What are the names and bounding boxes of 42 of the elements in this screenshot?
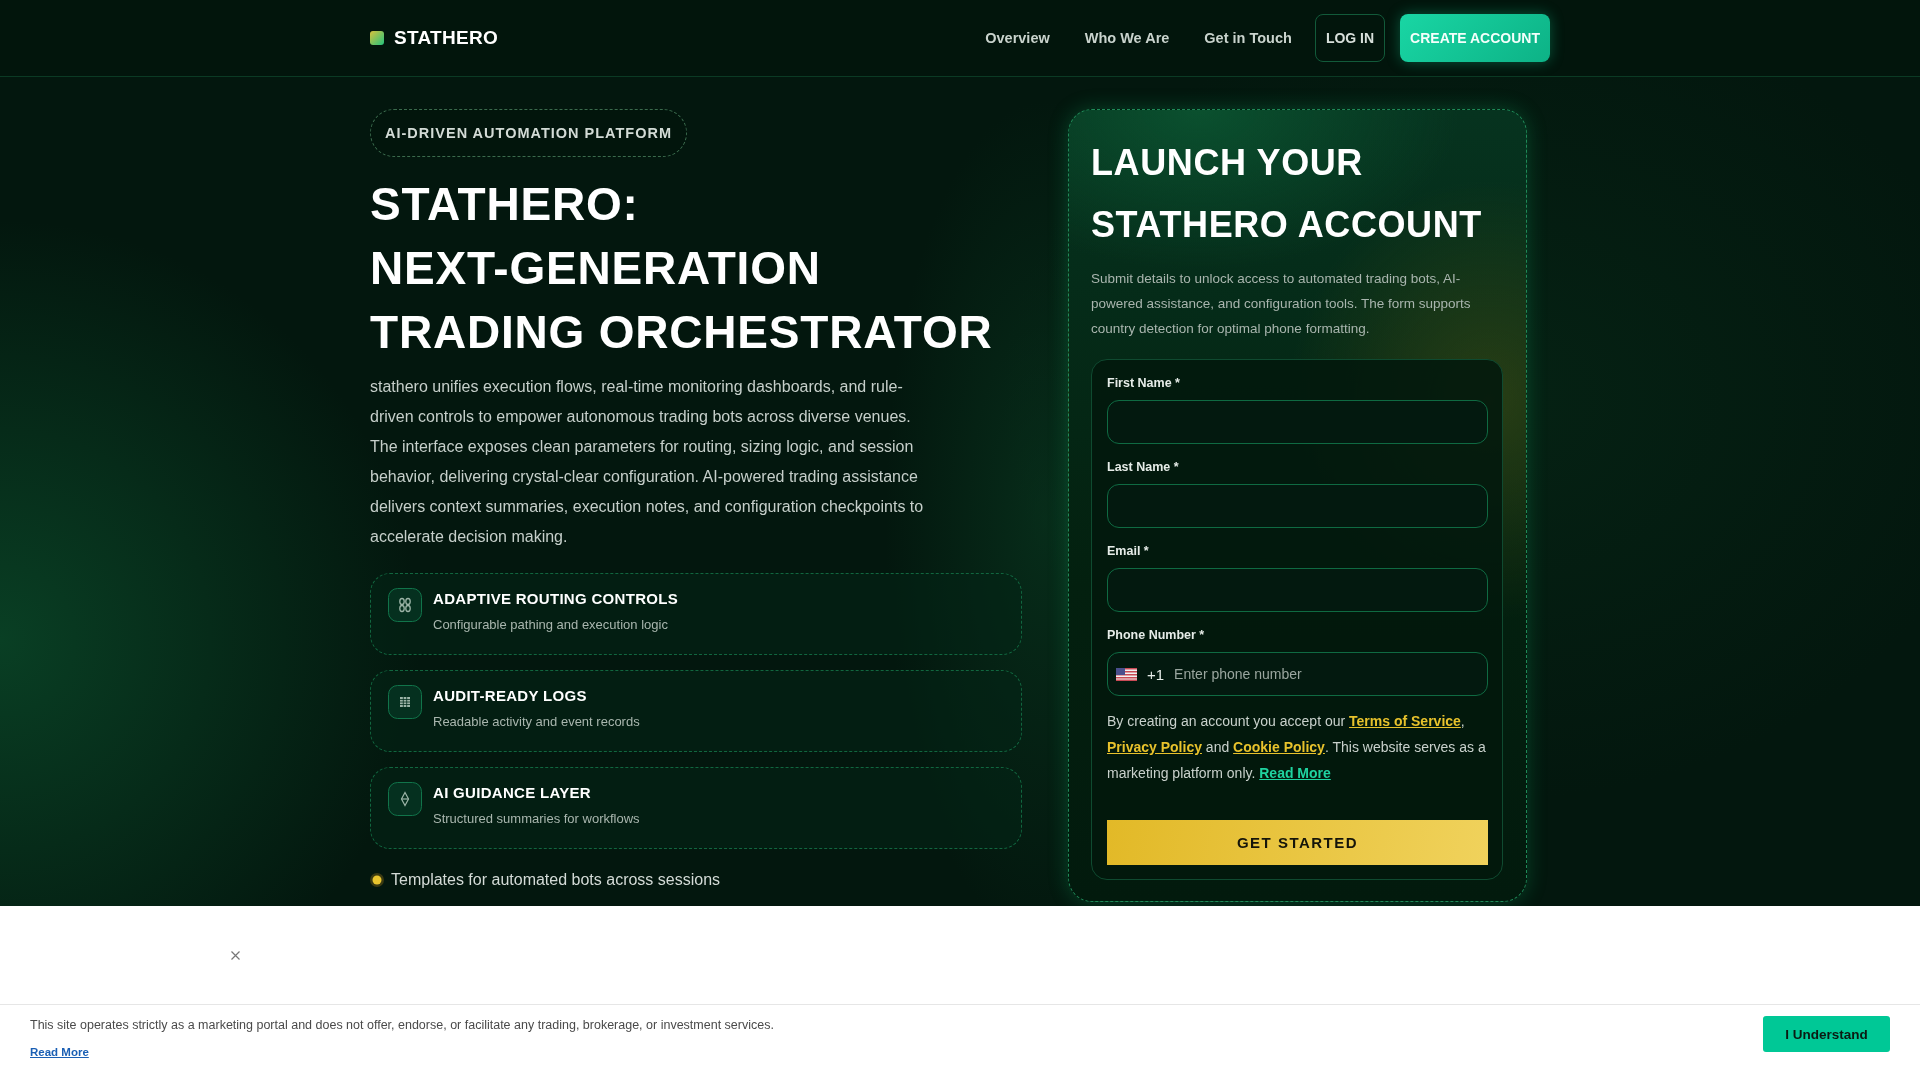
field-label: Last Name * bbox=[1107, 459, 1179, 476]
nav-link[interactable]: Get in Touch bbox=[1204, 30, 1292, 46]
field-label: Email * bbox=[1107, 543, 1149, 560]
signup-title: LAUNCH YOUR STATHERO ACCOUNT bbox=[1091, 141, 1483, 247]
nav-link[interactable]: Who We Are bbox=[1084, 30, 1170, 46]
bullet-dot-icon bbox=[370, 873, 384, 887]
phone-field[interactable]: +1 Enter phone number bbox=[1107, 652, 1488, 696]
bullet-text: Templates for automated bots across sessions bbox=[391, 870, 721, 890]
platform-badge: AI-DRIVEN AUTOMATION PLATFORM bbox=[370, 109, 688, 157]
feature-subtitle: Configurable pathing and execution logic bbox=[433, 616, 668, 634]
grid-icon bbox=[388, 685, 422, 719]
notice-text: This site operates strictly as a marketing portal and does not offer, endorse, or facilitate any trading, brokerage, or investment services. bbox=[30, 1017, 774, 1033]
feature-subtitle: Structured summaries for workflows bbox=[433, 810, 640, 828]
legal-link[interactable]: Cookie Policy bbox=[1233, 739, 1325, 755]
text-input[interactable] bbox=[1107, 484, 1488, 528]
feature-subtitle: Readable activity and event records bbox=[433, 713, 640, 731]
signup-description: Submit details to unlock access to automated trading bots, AI-powered assistance, and configuration tools. The form supports country detection for optimal phone formatting. bbox=[1091, 270, 1472, 338]
close-icon[interactable] bbox=[231, 951, 240, 960]
feature-title: AUDIT-READY LOGS bbox=[433, 686, 587, 706]
feature-title: AI GUIDANCE LAYER bbox=[433, 783, 591, 803]
text-input[interactable] bbox=[1107, 568, 1488, 612]
text-input[interactable] bbox=[1107, 400, 1488, 444]
dial-code[interactable]: +1 bbox=[1147, 665, 1165, 683]
phone-input[interactable]: Enter phone number bbox=[1174, 654, 1477, 694]
read-more-link[interactable]: Read More bbox=[1259, 765, 1331, 781]
hero-title: STATHERO: NEXT-GENERATION TRADING ORCHESTRATOR bbox=[370, 177, 993, 360]
logo-icon bbox=[370, 31, 384, 45]
feature-title: ADAPTIVE ROUTING CONTROLS bbox=[433, 589, 678, 609]
chain-icon bbox=[388, 588, 422, 622]
field-label: Phone Number * bbox=[1107, 627, 1205, 644]
get-started-button[interactable]: GET STARTED bbox=[1107, 820, 1488, 865]
logo-text[interactable]: STATHERO bbox=[394, 27, 499, 49]
nav-link[interactable]: Overview bbox=[985, 30, 1050, 46]
hero-description: stathero unifies execution flows, real-time monitoring dashboards, and rule-driven controls to empower autonomous trading bots across diverse venues. The interface exposes clean parameters for routing, sizing logic, and session behavior, delivering crystal-clear configuration. AI-powered trading assistance delivers context summaries, execution notes, and configuration checkpoints to accelerate decision making. bbox=[370, 377, 925, 547]
legal-link[interactable]: Privacy Policy bbox=[1107, 739, 1202, 755]
login-button[interactable]: LOG IN bbox=[1314, 14, 1386, 62]
field-label: First Name * bbox=[1107, 375, 1180, 392]
legal-link[interactable]: Terms of Service bbox=[1349, 713, 1461, 729]
consent-text: By creating an account you accept our Terms of Service, Privacy Policy and Cookie Policy. This website serves as a marketing platform only. Read More bbox=[1107, 712, 1487, 783]
flag-icon bbox=[1116, 667, 1137, 681]
understand-button[interactable]: I Understand bbox=[1763, 1016, 1890, 1052]
read-more-link[interactable]: Read More bbox=[30, 1045, 89, 1059]
